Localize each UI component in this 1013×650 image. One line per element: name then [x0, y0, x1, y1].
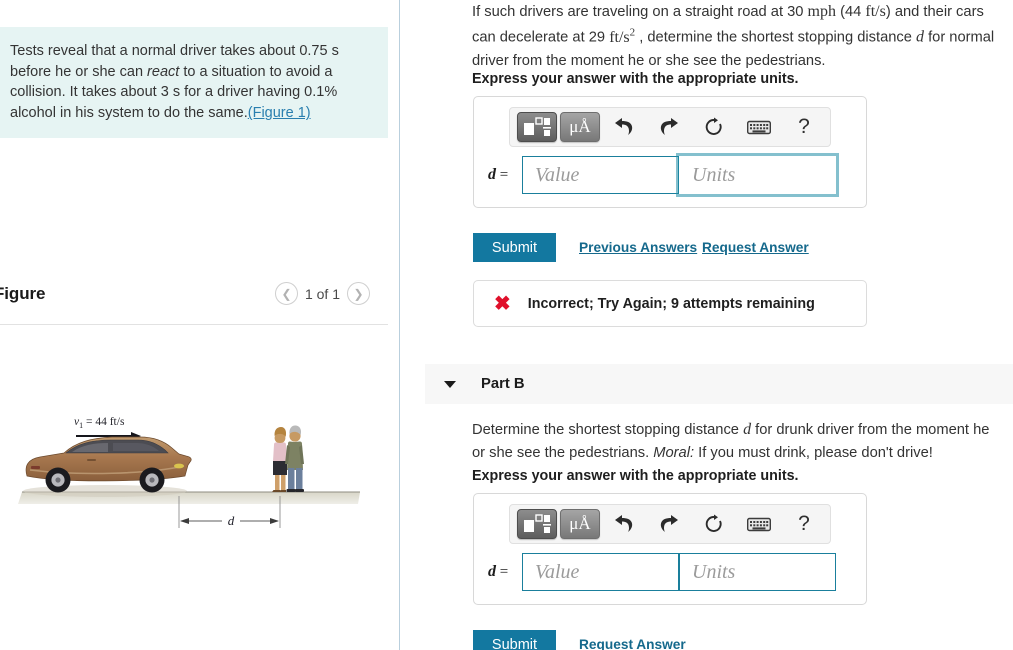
car-illustration [25, 436, 192, 493]
physics-figure-svg: v1 = 44 ft/s d [18, 416, 360, 528]
velocity-label: v1 = 44 ft/s [74, 416, 125, 430]
keyboard-glyph [747, 517, 771, 531]
left-panel: Tests reveal that a normal driver takes … [0, 0, 400, 650]
pedestrian-man-jeans-left [288, 468, 295, 490]
figure-counter: 1 of 1 [304, 285, 340, 302]
part-b-answer-toolbar: μÅ ? [509, 504, 831, 544]
figure-navigation: ❮ 1 of 1 ❯ [274, 282, 370, 305]
part-b-seg3: If you must drink, please don't drive! [694, 445, 933, 462]
redo-arrow-icon[interactable] [648, 509, 690, 539]
part-b-field-label: d = [488, 563, 522, 581]
part-b-answer-box: μÅ ? d = Value Units [473, 493, 867, 605]
undo-arrow-icon[interactable] [603, 509, 645, 539]
part-b-request-answer-link[interactable]: Request Answer [579, 637, 686, 650]
units-micro-angstrom-icon[interactable]: μÅ [560, 509, 600, 539]
figure-title: Figure [0, 284, 46, 303]
problem-text-react-italic: react [147, 63, 180, 80]
part-b-body-container: Determine the shortest stopping distance… [401, 0, 1013, 650]
part-b-seg1: Determine the shortest stopping distance [472, 422, 744, 438]
pedestrians-illustration [272, 425, 304, 492]
part-b-field-row: d = Value Units [474, 544, 866, 604]
keyboard-icon[interactable] [738, 509, 780, 539]
redo-glyph [660, 515, 678, 532]
problem-statement: Tests reveal that a normal driver takes … [0, 27, 388, 138]
part-b-value-input[interactable]: Value [522, 553, 679, 591]
chevron-left-icon[interactable]: ❮ [274, 282, 298, 305]
figure-divider [0, 324, 388, 325]
undo-glyph [615, 515, 633, 532]
part-b-moral-italic: Moral: [653, 445, 695, 462]
reset-circular-arrow-icon[interactable] [693, 509, 735, 539]
part-b-submit-button[interactable]: Submit [473, 630, 556, 650]
part-b-question-text: Determine the shortest stopping distance… [472, 418, 996, 465]
pedestrian-man-jeans-right [296, 468, 303, 490]
part-b-math-d: d [743, 421, 752, 438]
part-b-field-equals: = [499, 564, 509, 580]
reset-glyph [705, 514, 722, 532]
math-template-icon[interactable] [517, 509, 557, 539]
question-mark-icon[interactable]: ? [783, 509, 825, 539]
figure-header: Figure ❮ 1 of 1 ❯ [0, 282, 388, 318]
chevron-right-icon[interactable]: ❯ [347, 282, 370, 305]
pedestrian-woman-top [273, 442, 287, 461]
part-b-express-instruction: Express your answer with the appropriate… [472, 468, 799, 484]
figure-illustration: v1 = 44 ft/s d [0, 404, 388, 564]
part-b-field-label-symbol: d [488, 563, 496, 580]
figure-1-link[interactable]: (Figure 1) [248, 105, 311, 121]
math-template-glyph [524, 514, 551, 533]
part-b-units-input[interactable]: Units [679, 553, 836, 591]
distance-label: d [228, 513, 235, 528]
mastering-physics-problem-page: Tests reveal that a normal driver takes … [0, 0, 1013, 650]
pedestrian-woman-skirt [273, 461, 287, 475]
